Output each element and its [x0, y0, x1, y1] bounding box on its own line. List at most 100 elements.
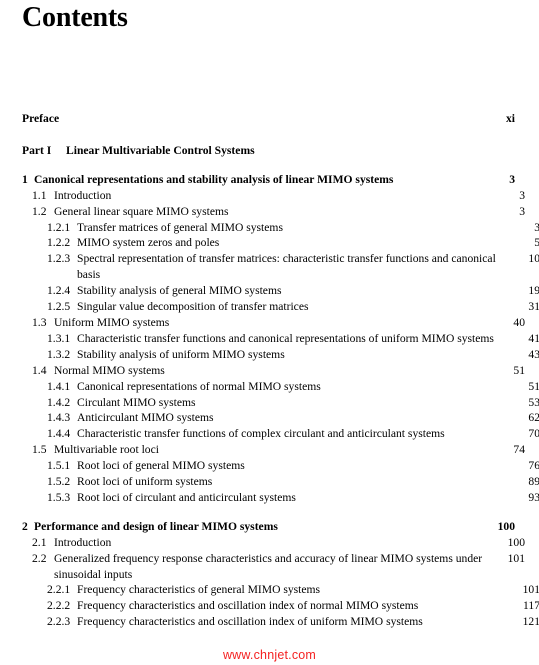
- toc-entry-page-number: 3: [519, 204, 525, 218]
- toc-entry-page-number: 62: [528, 411, 539, 425]
- toc-entry-page-number: 70: [528, 427, 539, 441]
- toc-section-row[interactable]: 2.2 Generalized frequency response charac…: [22, 551, 525, 583]
- toc-entry-label: 1.2.2 MIMO system zeros and poles: [47, 235, 510, 251]
- toc-entry-label: 1.4.3 Anticirculant MIMO systems: [47, 410, 510, 426]
- toc-entry-number: 1.4.2: [47, 395, 71, 409]
- toc-entry-label: 1.5.1 Root loci of general MIMO systems: [47, 458, 510, 474]
- toc-front-matter-row[interactable]: Preface xi: [22, 111, 515, 127]
- toc-entry-title: Characteristic transfer functions of com…: [77, 427, 445, 441]
- toc-entry-number: 2.2: [32, 551, 47, 565]
- toc-entry-title: Uniform MIMO systems: [54, 315, 170, 329]
- toc-entry-number: 1: [22, 172, 28, 186]
- toc-subsection-row[interactable]: 1.2.3 Spectral representation of transfer…: [22, 251, 539, 283]
- toc-entry-page-number: xi: [505, 112, 515, 125]
- toc-entry-page-number: 5: [534, 236, 539, 250]
- toc-entry-title: Frequency characteristics of general MIM…: [77, 583, 321, 597]
- front-matter-list: Preface xi: [22, 111, 515, 127]
- toc-section-row[interactable]: 1.5 Multivariable root loci 74: [22, 442, 525, 458]
- toc-entry-label: 1.2 General linear square MIMO systems: [32, 204, 495, 220]
- toc-entry-title: Frequency characteristics and oscillatio…: [77, 599, 419, 613]
- toc-section-row[interactable]: 1.2 General linear square MIMO systems 3: [22, 204, 525, 220]
- toc-entry-number: 2.1: [32, 535, 47, 549]
- toc-entry-title: Linear Multivariable Control Systems: [66, 143, 255, 157]
- toc-page: Contents Preface xi Part I Linear Multivar…: [0, 0, 539, 665]
- toc-section-row[interactable]: 1.4 Normal MIMO systems 51: [22, 363, 525, 379]
- toc-entry-page-number: 76: [528, 459, 539, 473]
- toc-subsection-row[interactable]: 1.2.5 Singular value decomposition of tra…: [22, 299, 539, 315]
- toc-entry-label: 2.2.1 Frequency characteristics of genera…: [47, 582, 510, 598]
- toc-subsection-row[interactable]: 1.3.1 Characteristic transfer functions a…: [22, 331, 539, 347]
- toc-entry-title: Introduction: [54, 188, 112, 202]
- toc-subsection-row[interactable]: 1.2.2 MIMO system zeros and poles 5: [22, 235, 539, 251]
- toc-subsection-row[interactable]: 1.5.1 Root loci of general MIMO systems 76: [22, 458, 539, 474]
- toc-entry-page-number: 101: [507, 551, 525, 565]
- toc-subsection-row[interactable]: 1.4.4 Characteristic transfer functions o…: [22, 426, 539, 442]
- toc-chapter-block: 1 Canonical representations and stability…: [22, 172, 539, 506]
- toc-entry-page-number: 93: [528, 490, 539, 504]
- toc-subsection-row[interactable]: 1.4.2 Circulant MIMO systems 53: [22, 395, 539, 411]
- toc-entry-number: 1.2.4: [47, 284, 71, 298]
- toc-section-row[interactable]: 1.3 Uniform MIMO systems 40: [22, 315, 525, 331]
- toc-entry-title: Generalized frequency response character…: [54, 551, 483, 581]
- toc-subsection-row[interactable]: 1.2.1 Transfer matrices of general MIMO s…: [22, 220, 539, 236]
- toc-entry-label: 1.4.4 Characteristic transfer functions o…: [47, 426, 510, 442]
- toc-entry-page-number: 31: [528, 300, 539, 314]
- chapters-list: 1 Canonical representations and stability…: [22, 172, 539, 630]
- toc-entry-title: Frequency characteristics and oscillatio…: [77, 615, 423, 629]
- toc-entry-title: Canonical representations and stability …: [34, 172, 394, 186]
- toc-entry-title: Anticirculant MIMO systems: [77, 411, 214, 425]
- toc-entry-label: 1.2.5 Singular value decomposition of tra…: [47, 299, 510, 315]
- parts-list: Part I Linear Multivariable Control Syste…: [22, 143, 515, 159]
- toc-entry-page-number: 100: [497, 519, 515, 533]
- toc-entry-page-number: 51: [513, 363, 525, 377]
- toc-chapter-row[interactable]: 1 Canonical representations and stability…: [22, 172, 515, 188]
- toc-entry-page-number: 117: [523, 599, 539, 613]
- toc-entry-number: 1.4.3: [47, 411, 71, 425]
- toc-entry-number: 1.5.3: [47, 490, 71, 504]
- toc-entry-label: Part I Linear Multivariable Control Syste…: [22, 143, 515, 159]
- toc-subsection-row[interactable]: 1.2.4 Stability analysis of general MIMO …: [22, 283, 539, 299]
- toc-subsection-row[interactable]: 2.2.3 Frequency characteristics and oscil…: [22, 614, 539, 630]
- toc-subsection-row[interactable]: 1.5.3 Root loci of circulant and anticirc…: [22, 490, 539, 506]
- toc-entry-label: 1.4.1 Canonical representations of normal…: [47, 379, 510, 395]
- toc-entry-title: Circulant MIMO systems: [77, 395, 196, 409]
- toc-entry-title: Multivariable root loci: [54, 443, 159, 457]
- toc-subsection-row[interactable]: 2.2.2 Frequency characteristics and oscil…: [22, 598, 539, 614]
- toc-chapter-row[interactable]: 2 Performance and design of linear MIMO s…: [22, 519, 515, 535]
- toc-entry-number: 1.2: [32, 204, 47, 218]
- toc-entry-page-number: 89: [528, 475, 539, 489]
- toc-entry-page-number: 10: [528, 252, 539, 266]
- toc-subsection-row[interactable]: 1.4.3 Anticirculant MIMO systems 62: [22, 410, 539, 426]
- toc-entry-label: 2.2 Generalized frequency response charac…: [32, 551, 495, 583]
- toc-entry-label: 1.2.4 Stability analysis of general MIMO …: [47, 283, 510, 299]
- page-title: Contents: [22, 2, 128, 33]
- toc-entry-label: 1.5.3 Root loci of circulant and anticirc…: [47, 490, 510, 506]
- toc-section-row[interactable]: 2.1 Introduction 100: [22, 535, 525, 551]
- toc-subsection-row[interactable]: 1.3.2 Stability analysis of uniform MIMO …: [22, 347, 539, 363]
- toc-entry-title: Canonical representations of normal MIMO…: [77, 379, 321, 393]
- toc-entry-label: 1.5.2 Root loci of uniform systems: [47, 474, 510, 490]
- toc-entry-number: 1.5: [32, 443, 47, 457]
- toc-entry-title: Transfer matrices of general MIMO system…: [77, 220, 283, 234]
- toc-entry-number: 1.2.2: [47, 236, 71, 250]
- toc-chapter-block: 2 Performance and design of linear MIMO s…: [22, 519, 539, 630]
- toc-entry-number: 1.2.1: [47, 220, 71, 234]
- toc-part-row[interactable]: Part I Linear Multivariable Control Syste…: [22, 143, 515, 159]
- toc-entry-label: Preface: [22, 111, 475, 127]
- toc-entry-page-number: 3: [534, 220, 539, 234]
- toc-subsection-row[interactable]: 1.4.1 Canonical representations of normal…: [22, 379, 539, 395]
- toc-entry-title: Root loci of uniform systems: [77, 475, 213, 489]
- toc-entry-number: 2.2.1: [47, 583, 71, 597]
- toc-entry-title: Root loci of circulant and anticirculant…: [77, 490, 296, 504]
- toc-entry-number: 1.3.2: [47, 347, 71, 361]
- toc-subsection-row[interactable]: 1.5.2 Root loci of uniform systems 89: [22, 474, 539, 490]
- toc-entry-label: 1 Canonical representations and stability…: [22, 172, 485, 188]
- toc-entry-title: Root loci of general MIMO systems: [77, 459, 245, 473]
- toc-entry-title: Performance and design of linear MIMO sy…: [34, 519, 278, 533]
- toc-subsection-row[interactable]: 2.2.1 Frequency characteristics of genera…: [22, 582, 539, 598]
- toc-entry-page-number: 19: [528, 284, 539, 298]
- toc-entry-label: 1.1 Introduction: [32, 188, 495, 204]
- toc-section-row[interactable]: 1.1 Introduction 3: [22, 188, 525, 204]
- toc-entry-label: 1.3.1 Characteristic transfer functions a…: [47, 331, 510, 347]
- toc-entry-page-number: 121: [522, 615, 539, 629]
